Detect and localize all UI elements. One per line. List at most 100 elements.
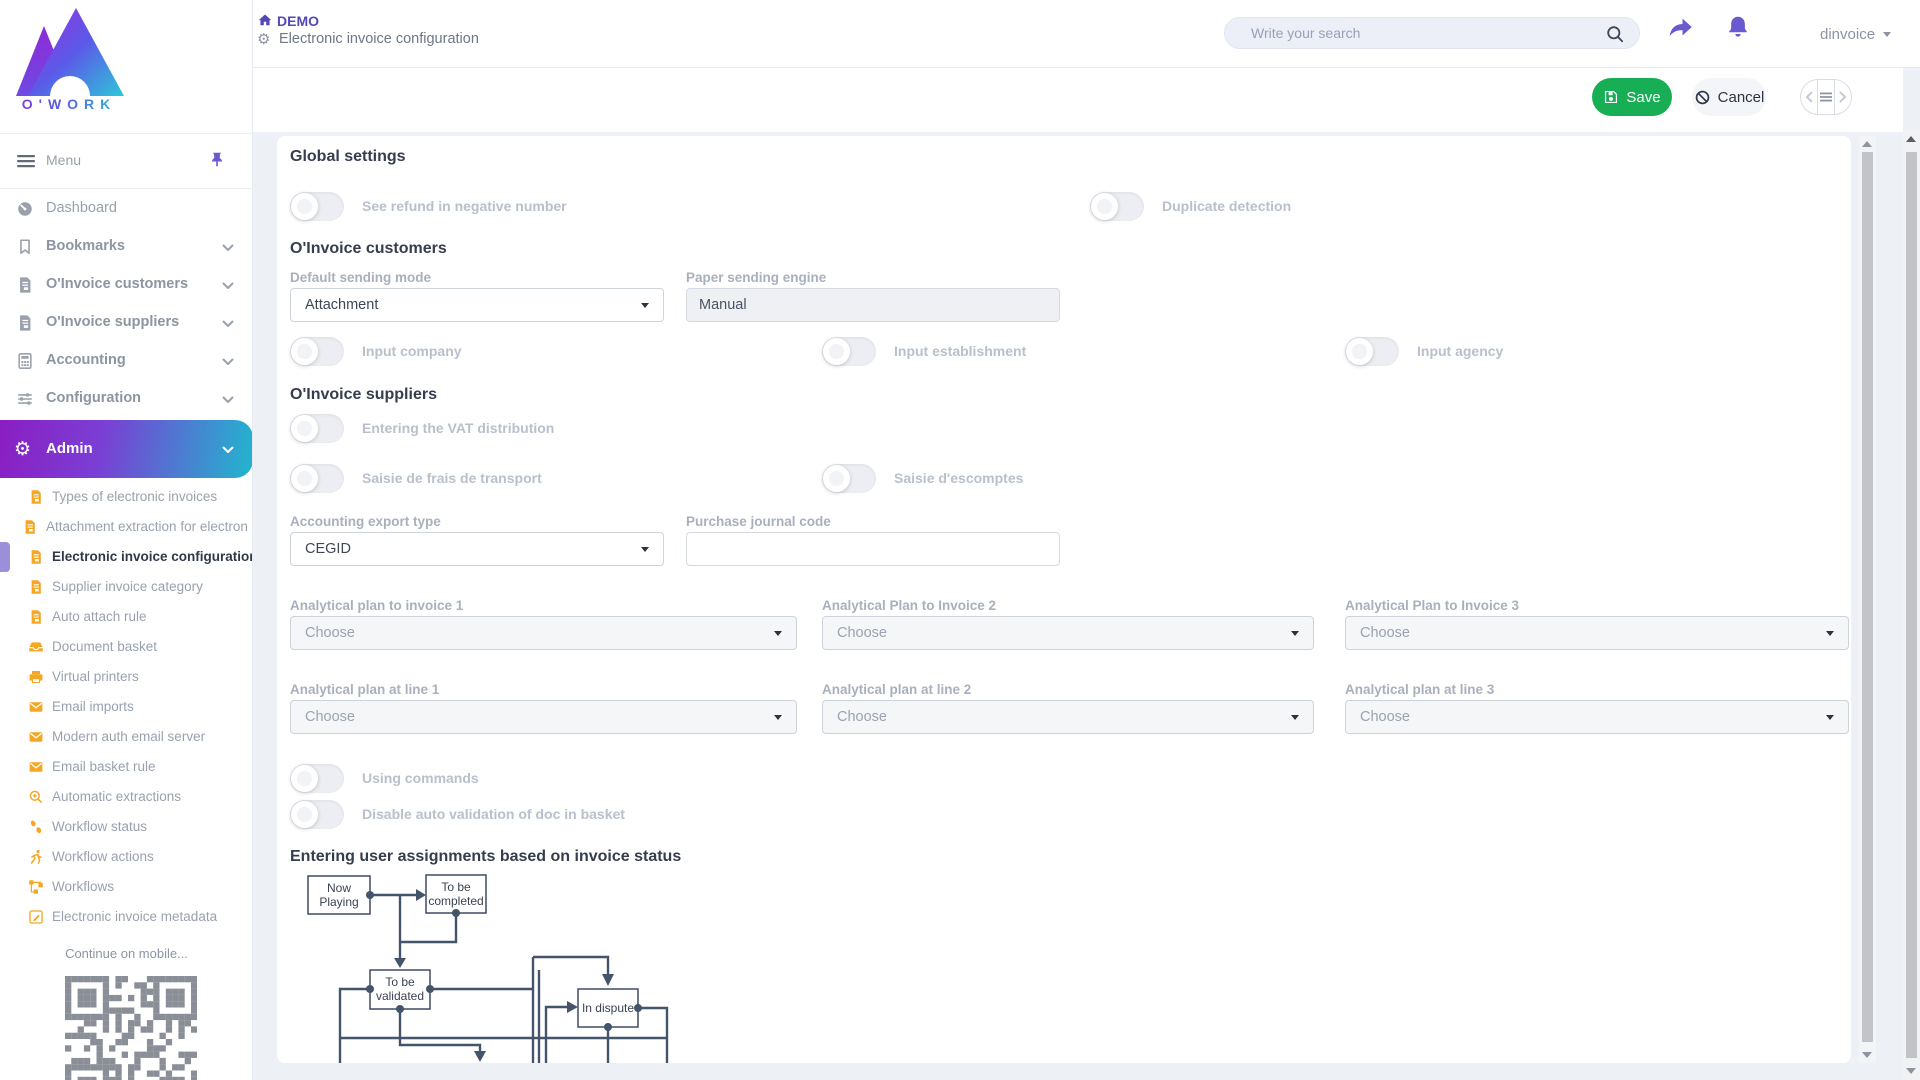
input-company-toggle[interactable] [290,337,344,366]
app-window: O'WORK Menu Dashboard Bookmarks O'Invoic… [0,0,1920,1080]
sidebar-item-oinvoice-suppliers[interactable]: O'Invoice suppliers [0,304,253,342]
home-icon[interactable] [257,12,273,28]
sidebar-item-configuration[interactable]: Configuration [0,380,253,418]
plan-invoice-1-select[interactable]: Choose [290,616,797,650]
bell-icon[interactable] [1724,14,1752,42]
record-list-button[interactable] [1817,80,1834,114]
input-company-label: Input company [362,337,462,366]
sidebar-item-supplier-invoice-category[interactable]: Supplier invoice category [0,572,253,602]
duplicate-detection-toggle[interactable] [1090,192,1144,221]
sidebar-item-document-basket[interactable]: Document basket [0,632,253,662]
transport-fees-toggle[interactable] [290,464,344,493]
brand-logo[interactable] [14,8,124,96]
cancel-label: Cancel [1718,89,1765,106]
chevron-down-icon [1883,32,1891,37]
section-title-global-settings: Global settings [290,148,406,166]
input-agency-toggle[interactable] [1345,337,1399,366]
sidebar-item-attachment-extraction[interactable]: Attachment extraction for electron [0,512,253,542]
scroll-down-icon[interactable] [1906,1068,1916,1074]
cancel-button[interactable]: Cancel [1692,78,1766,116]
envelope-icon [28,759,44,775]
panel-scrollbar[interactable] [1859,136,1876,1063]
using-commands-label: Using commands [362,764,479,793]
printer-icon [28,669,44,685]
select-value: Choose [837,709,887,725]
hamburger-icon[interactable] [16,151,36,171]
share-icon[interactable] [1666,15,1694,43]
flow-node-label: Playing [319,895,358,909]
purchase-journal-code-label: Purchase journal code [686,514,831,529]
accounting-export-type-label: Accounting export type [290,514,441,529]
sitemap-icon [28,879,44,895]
paper-sending-engine-input[interactable] [686,288,1060,322]
sidebar-item-label: Email basket rule [52,759,156,774]
previous-record-button[interactable] [1801,80,1817,114]
scroll-down-icon[interactable] [1862,1052,1872,1058]
flow-node-label: In dispute [582,1001,634,1015]
input-establishment-toggle[interactable] [822,337,876,366]
default-sending-mode-select[interactable]: Attachment [290,288,664,322]
vat-distribution-toggle[interactable] [290,414,344,443]
plan-line-3-select[interactable]: Choose [1345,700,1849,734]
chevron-down-icon [222,244,234,252]
see-refund-toggle[interactable] [290,192,344,221]
pen-square-icon [28,909,44,925]
next-record-button[interactable] [1834,80,1851,114]
scrollbar-thumb[interactable] [1906,152,1917,1058]
sidebar-item-workflow-actions[interactable]: Workflow actions [0,842,253,872]
sidebar-item-bookmarks[interactable]: Bookmarks [0,228,253,266]
sidebar-item-email-imports[interactable]: Email imports [0,692,253,722]
plan-line-3-label: Analytical plan at line 3 [1345,682,1494,697]
sidebar-item-oinvoice-customers[interactable]: O'Invoice customers [0,266,253,304]
search-input[interactable] [1251,18,1591,48]
sidebar-item-auto-attach-rule[interactable]: Auto attach rule [0,602,253,632]
breadcrumb-app[interactable]: DEMO [277,13,319,29]
caret-down-icon [774,715,782,720]
sidebar-item-virtual-printers[interactable]: Virtual printers [0,662,253,692]
scroll-up-icon[interactable] [1862,141,1872,147]
purchase-journal-code-input[interactable] [686,532,1060,566]
chevron-down-icon [222,358,234,366]
caret-down-icon [1826,715,1834,720]
scroll-up-icon[interactable] [1906,136,1916,142]
sidebar-item-label: O'Invoice customers [46,276,188,292]
plan-line-1-select[interactable]: Choose [290,700,797,734]
sidebar-item-accounting[interactable]: Accounting [0,342,253,380]
gear-icon: ⚙ [14,436,31,462]
sidebar-item-label: Accounting [46,352,126,368]
sidebar-item-admin[interactable]: ⚙ Admin [0,420,253,478]
search-icon[interactable] [1605,24,1625,44]
sidebar-item-dashboard[interactable]: Dashboard [0,190,253,228]
sidebar-item-label: Email imports [52,699,134,714]
save-button[interactable]: Save [1592,78,1672,116]
sidebar-item-automatic-extractions[interactable]: Automatic extractions [0,782,253,812]
escompte-toggle[interactable] [822,464,876,493]
sidebar-item-types-of-electronic-invoices[interactable]: Types of electronic invoices [0,482,253,512]
inbox-icon [28,639,44,655]
sidebar-item-label: Electronic invoice metadata [52,909,217,924]
accounting-export-type-select[interactable]: CEGID [290,532,664,566]
file-invoice-icon [16,276,34,294]
sidebar-item-label: Supplier invoice category [52,579,203,594]
input-establishment-label: Input establishment [894,337,1026,366]
plan-line-2-select[interactable]: Choose [822,700,1314,734]
header: DEMO ⚙ Electronic invoice configuration … [253,0,1920,68]
using-commands-toggle[interactable] [290,764,344,793]
plan-invoice-3-select[interactable]: Choose [1345,616,1849,650]
sidebar-item-email-basket-rule[interactable]: Email basket rule [0,752,253,782]
qr-code [65,976,197,1080]
disable-auto-validation-toggle[interactable] [290,800,344,829]
record-pager [1800,79,1852,115]
sidebar-item-label: O'Invoice suppliers [46,314,179,330]
pin-icon[interactable] [208,150,226,170]
scrollbar-thumb[interactable] [1862,152,1873,1042]
page-scrollbar[interactable] [1903,130,1920,1080]
sidebar-item-electronic-invoice-metadata[interactable]: Electronic invoice metadata [0,902,253,932]
sidebar-item-label: Dashboard [46,200,117,216]
user-menu[interactable]: dinvoice [1820,20,1891,48]
sidebar-item-workflow-status[interactable]: Workflow status [0,812,253,842]
sidebar-item-electronic-invoice-configuration[interactable]: Electronic invoice configuration [0,542,253,572]
plan-invoice-2-select[interactable]: Choose [822,616,1314,650]
sidebar-item-workflows[interactable]: Workflows [0,872,253,902]
sidebar-item-modern-auth-email-server[interactable]: Modern auth email server [0,722,253,752]
